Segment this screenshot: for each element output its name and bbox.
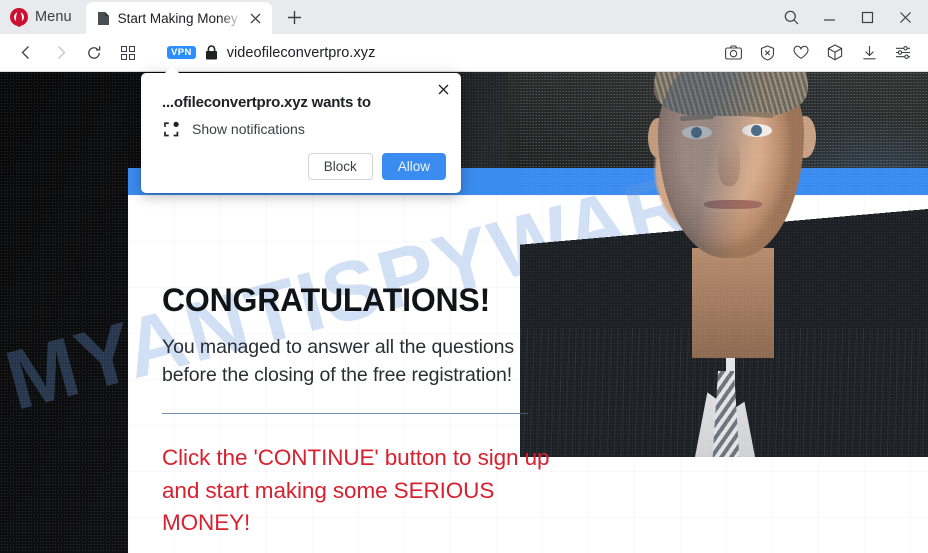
opera-menu-button[interactable]: Menu [0, 0, 84, 34]
vpn-badge[interactable]: VPN [167, 45, 196, 60]
browser-toolbar: VPN videofileconvertpro.xyz [0, 34, 928, 72]
tab-strip: Menu Start Making Money F [0, 0, 928, 34]
opera-logo-icon [10, 8, 28, 27]
page-title: CONGRATULATIONS! [162, 282, 491, 318]
easy-setup-sliders-icon[interactable] [887, 38, 919, 68]
page-subtext: You managed to answer all the questions … [162, 336, 515, 386]
page-content: CONGRATULATIONS! You managed to answer a… [162, 284, 562, 553]
forward-arrow-icon[interactable] [43, 38, 77, 68]
dialog-title: ...ofileconvertpro.xyz wants to [162, 94, 371, 111]
lock-icon[interactable] [205, 45, 218, 60]
tab-title: Start Making Money F [117, 10, 246, 26]
dialog-actions: Block Allow [307, 153, 446, 180]
maximize-icon[interactable] [848, 0, 886, 34]
divider [162, 413, 528, 415]
call-to-action-text: Click the 'CONTINUE' button to sign up a… [162, 445, 550, 536]
menu-label: Menu [35, 9, 72, 25]
browser-tab[interactable]: Start Making Money F [85, 2, 272, 34]
page-icon [97, 11, 110, 26]
allow-button[interactable]: Allow [381, 153, 446, 180]
back-arrow-icon[interactable] [9, 38, 43, 68]
snapshot-camera-icon[interactable] [717, 38, 749, 68]
block-button[interactable]: Block [307, 153, 373, 180]
notification-permission-dialog: ...ofileconvertpro.xyz wants to Show not… [141, 66, 461, 193]
grid-icon[interactable] [111, 38, 145, 68]
dialog-close-icon[interactable] [433, 79, 453, 99]
url-text[interactable]: videofileconvertpro.xyz [227, 45, 376, 61]
new-tab-button[interactable] [280, 2, 310, 32]
businessman-photo [520, 72, 928, 457]
permission-row: Show notifications [162, 120, 305, 138]
photo-dot-texture [520, 72, 928, 457]
tab-close-icon[interactable] [246, 8, 266, 28]
window-controls [772, 0, 928, 34]
page-viewport: MYANTISPYWARE CONGRATULATIONS! You manag… [0, 72, 928, 553]
heart-favorite-icon[interactable] [785, 38, 817, 68]
minimize-icon[interactable] [810, 0, 848, 34]
notification-bell-box-icon [162, 120, 180, 138]
reload-icon[interactable] [77, 38, 111, 68]
address-bar[interactable]: VPN videofileconvertpro.xyz [145, 45, 717, 61]
close-window-icon[interactable] [886, 0, 924, 34]
search-icon[interactable] [772, 0, 810, 34]
toolbar-right-icons [717, 38, 919, 68]
ad-blocker-shield-icon[interactable] [751, 38, 783, 68]
cube-extensions-icon[interactable] [819, 38, 851, 68]
permission-label: Show notifications [192, 121, 305, 137]
browser-window: Menu Start Making Money F VPN videofilec… [0, 0, 928, 553]
downloads-icon[interactable] [853, 38, 885, 68]
